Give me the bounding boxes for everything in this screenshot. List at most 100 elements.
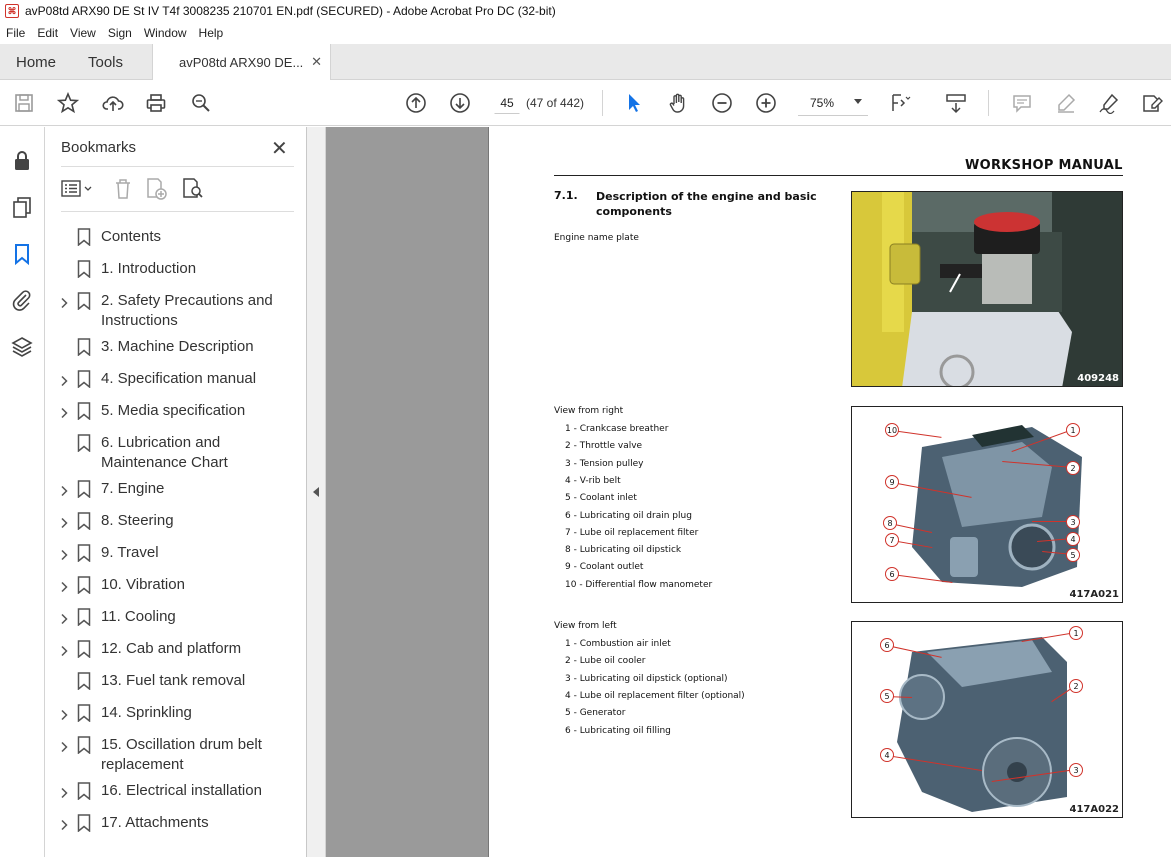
- zoom-select[interactable]: 75%: [798, 90, 868, 116]
- bookmark-icon: [77, 370, 91, 389]
- attachment-paperclip-icon[interactable]: [10, 288, 34, 312]
- bookmark-label: 15. Oscillation drum belt replacement: [101, 736, 262, 773]
- new-bookmark-icon[interactable]: [145, 177, 169, 201]
- bookmark-icon: [77, 402, 91, 421]
- callout-marker: 4: [880, 748, 894, 762]
- delete-bookmark-icon[interactable]: [112, 177, 134, 201]
- bookmarks-title: Bookmarks: [61, 139, 137, 156]
- component-list-item: 1 - Crankcase breather: [565, 424, 669, 434]
- tab-document[interactable]: avP08td ARX90 DE... ✕: [152, 44, 331, 81]
- panel-splitter[interactable]: [307, 127, 326, 857]
- callout-marker: 6: [880, 638, 894, 652]
- bookmark-icon: [77, 512, 91, 531]
- close-tab-icon[interactable]: ✕: [311, 54, 322, 70]
- chevron-right-icon[interactable]: [58, 515, 70, 529]
- chevron-right-icon[interactable]: [58, 739, 70, 753]
- bookmark-icon: [77, 480, 91, 499]
- component-list-item: 9 - Coolant outlet: [565, 562, 644, 573]
- page-display-icon[interactable]: [888, 91, 912, 115]
- find-bookmark-icon[interactable]: [181, 177, 205, 201]
- component-list-item: 6 - Lubricating oil drain plug: [565, 510, 692, 521]
- chevron-right-icon[interactable]: [58, 295, 70, 309]
- component-list-item: 2 - Lube oil cooler: [565, 656, 646, 667]
- bookmark-label: 11. Cooling: [101, 608, 176, 625]
- chevron-right-icon[interactable]: [58, 483, 70, 497]
- nameplate-caption: Engine name plate: [554, 233, 639, 243]
- hand-tool-icon[interactable]: [666, 91, 690, 115]
- sign-icon[interactable]: [1097, 91, 1121, 115]
- chevron-right-icon[interactable]: [58, 547, 70, 561]
- zoom-in-icon[interactable]: [754, 91, 778, 115]
- component-list-item: 8 - Lubricating oil dipstick: [565, 545, 682, 556]
- menu-view[interactable]: View: [64, 26, 102, 40]
- chevron-right-icon[interactable]: [58, 373, 70, 387]
- figure-code: 417A022: [1069, 804, 1120, 815]
- bookmark-options-icon[interactable]: [61, 177, 97, 201]
- chevron-right-icon[interactable]: [58, 817, 70, 831]
- bookmark-label: 8. Steering: [101, 512, 174, 529]
- menu-edit[interactable]: Edit: [31, 26, 64, 40]
- page-thumbnails-icon[interactable]: [10, 195, 34, 219]
- engine-photo-drawing: [852, 192, 1122, 386]
- chevron-right-icon[interactable]: [58, 707, 70, 721]
- previous-page-icon[interactable]: [404, 91, 428, 115]
- bookmark-label: 9. Travel: [101, 544, 159, 561]
- bookmark-icon: [77, 228, 91, 247]
- bookmark-label: 10. Vibration: [101, 576, 185, 593]
- callout-marker: 1: [1066, 423, 1080, 437]
- bookmark-label: 2. Safety Precautions and Instructions: [101, 292, 273, 329]
- layers-icon[interactable]: [10, 335, 34, 359]
- bookmark-icon[interactable]: [10, 242, 34, 266]
- menu-help[interactable]: Help: [193, 26, 230, 40]
- chevron-down-icon: [854, 99, 862, 104]
- divider: [61, 166, 294, 167]
- print-icon[interactable]: [144, 91, 168, 115]
- callout-marker: 5: [880, 689, 894, 703]
- page-header: WORKSHOP MANUAL: [965, 158, 1123, 173]
- engine-photo: 409248: [851, 191, 1123, 387]
- section-title: Description of the engine and basic comp…: [596, 190, 817, 218]
- chevron-right-icon[interactable]: [58, 579, 70, 593]
- tab-tools[interactable]: Tools: [88, 44, 123, 80]
- close-icon[interactable]: ✕: [271, 136, 288, 161]
- chevron-right-icon[interactable]: [58, 611, 70, 625]
- menu-window[interactable]: Window: [138, 26, 193, 40]
- collapse-panel-icon[interactable]: [313, 487, 319, 497]
- bookmark-label: 13. Fuel tank removal: [101, 672, 246, 689]
- chevron-right-icon[interactable]: [58, 405, 70, 419]
- select-cursor-icon[interactable]: [622, 91, 646, 115]
- bookmark-label: 1. Introduction: [101, 260, 197, 277]
- upload-cloud-icon[interactable]: [101, 91, 125, 115]
- callout-marker: 2: [1069, 679, 1083, 693]
- toolbar: [0, 80, 1171, 126]
- save-icon[interactable]: [12, 91, 36, 115]
- fill-sign-icon[interactable]: [1140, 91, 1164, 115]
- tab-home[interactable]: Home: [16, 44, 56, 80]
- section-number: 7.1.: [554, 189, 578, 202]
- zoom-search-icon[interactable]: [189, 91, 213, 115]
- component-list-item: 5 - Generator: [565, 708, 626, 719]
- lock-icon[interactable]: [10, 149, 34, 173]
- bookmark-label: Contents: [101, 228, 162, 245]
- menu-sign[interactable]: Sign: [102, 26, 138, 40]
- bookmark-icon: [77, 736, 91, 755]
- star-icon[interactable]: [56, 91, 80, 115]
- highlight-pen-icon[interactable]: [1054, 91, 1078, 115]
- title-bar: ⌘ avP08td ARX90 DE St IV T4f 3008235 210…: [0, 0, 1171, 22]
- chevron-right-icon[interactable]: [58, 785, 70, 799]
- tab-bar: Home Tools avP08td ARX90 DE... ✕: [0, 44, 1171, 81]
- bookmark-label: 12. Cab and platform: [101, 640, 242, 657]
- next-page-icon[interactable]: [448, 91, 472, 115]
- bookmark-label: 17. Attachments: [101, 814, 209, 831]
- scroll-mode-icon[interactable]: [944, 91, 968, 115]
- engine-right-view-figure: 10 1 2 9 3 4 5 8 7 6 417A021: [851, 406, 1123, 603]
- menu-bar: File Edit View Sign Window Help: [0, 22, 1171, 44]
- chevron-right-icon[interactable]: [58, 643, 70, 657]
- comment-icon[interactable]: [1010, 91, 1034, 115]
- component-list-item: 4 - V-rib belt: [565, 475, 621, 486]
- zoom-out-icon[interactable]: [710, 91, 734, 115]
- page-count: (47 of 442): [526, 96, 585, 110]
- bookmark-label: 7. Engine: [101, 480, 165, 497]
- menu-file[interactable]: File: [0, 26, 31, 40]
- page-number-input[interactable]: 45: [494, 90, 520, 114]
